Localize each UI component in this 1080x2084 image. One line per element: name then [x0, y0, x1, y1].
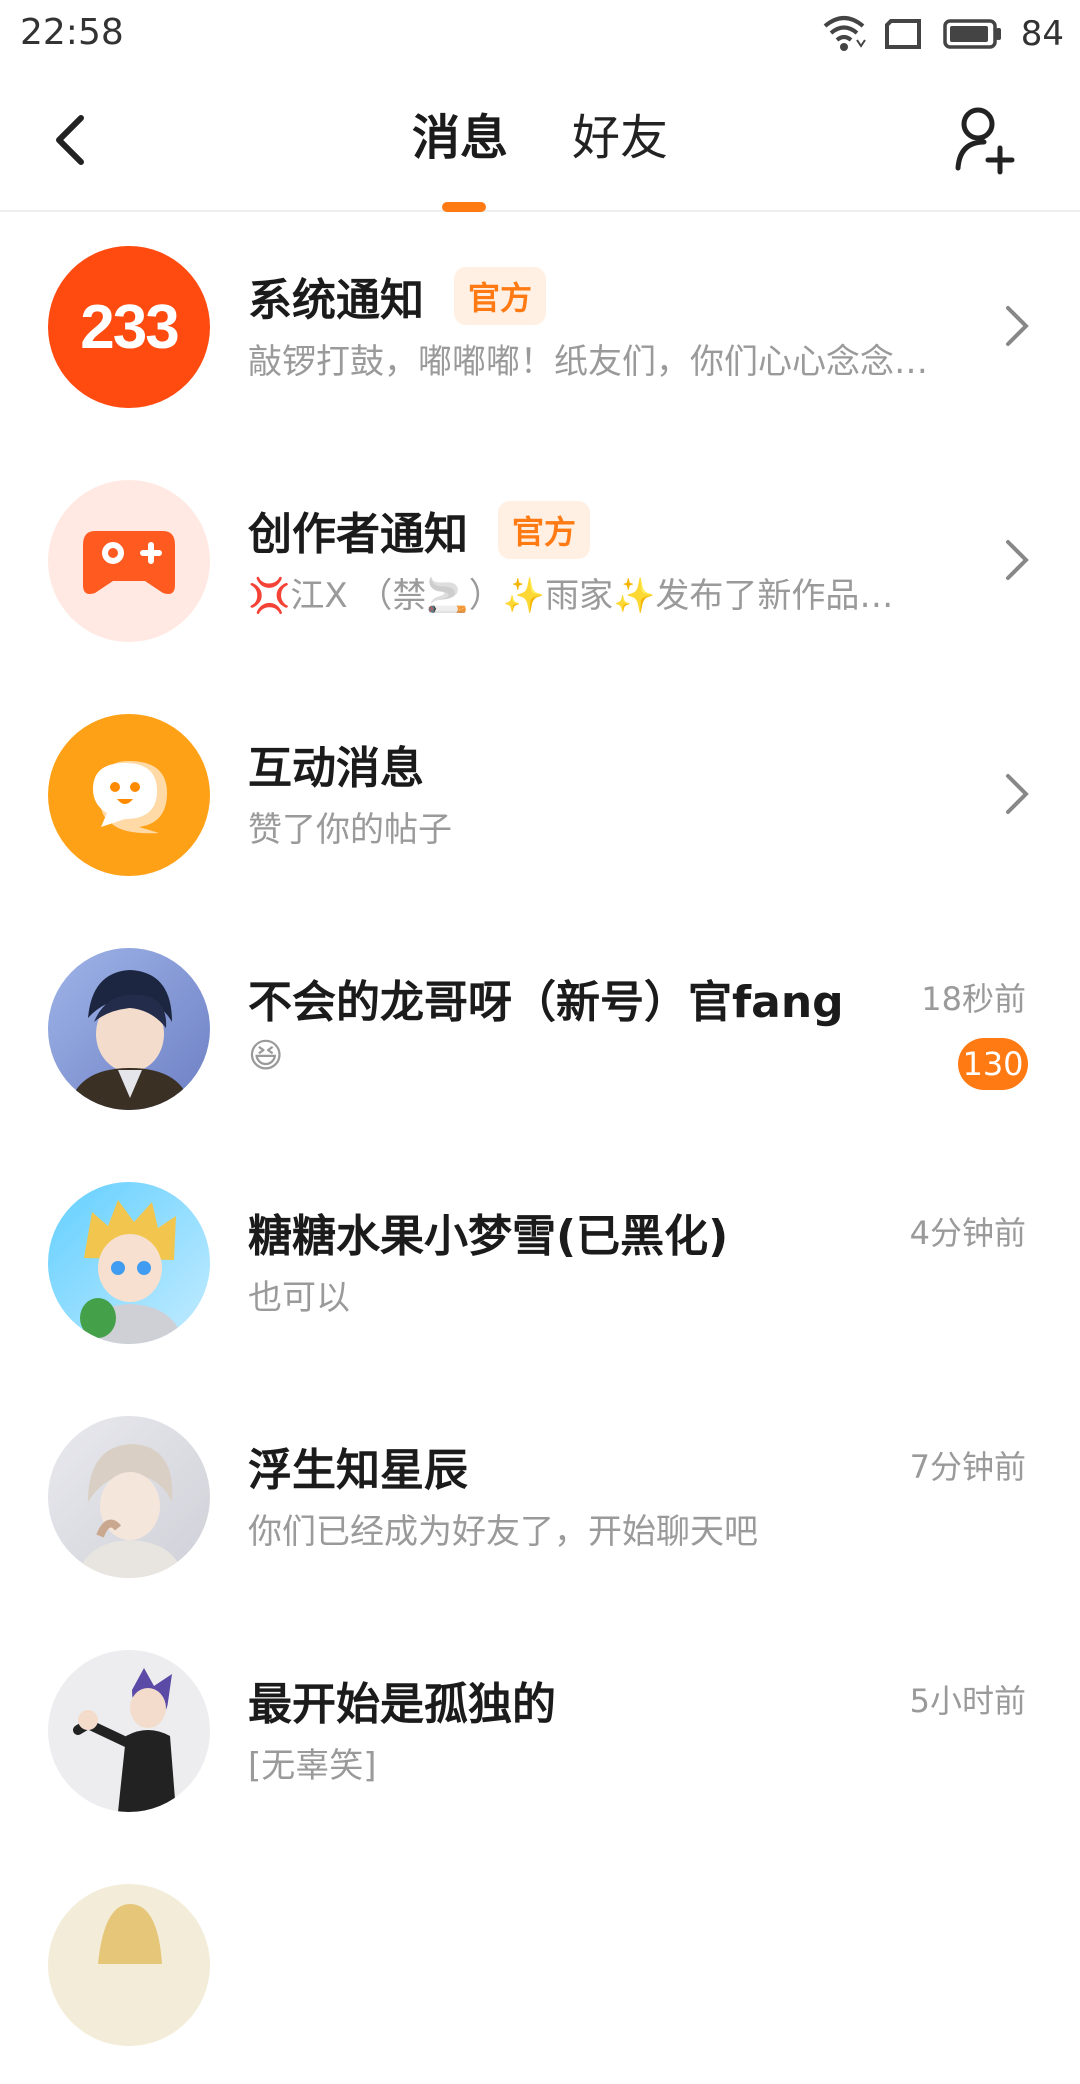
conversation-title: 最开始是孤独的 — [248, 1679, 556, 1730]
gamepad-icon — [83, 531, 175, 594]
conversation-title: 创作者通知 — [248, 509, 468, 560]
message-preview: 赞了你的帖子 — [248, 810, 452, 850]
conversation-title: 糖糖水果小梦雪(已黑化) — [248, 1211, 729, 1262]
title-row: 浮生知星辰 — [248, 1434, 468, 1498]
message-time: 18秒前 — [921, 980, 1026, 1018]
conversation-title: 不会的龙哥呀（新号）官fang — [248, 977, 844, 1028]
avatar — [48, 1884, 210, 2046]
user-avatar-icon — [73, 1668, 176, 1812]
screen-rotate-icon — [884, 19, 921, 49]
list-item-chat[interactable]: 糖糖水果小梦雪(已黑化) 也可以 4分钟前 — [0, 1148, 1080, 1382]
active-tab-indicator — [442, 202, 486, 212]
official-badge: 官方 — [498, 501, 591, 559]
avatar — [48, 1182, 210, 1344]
message-list: 233 系统通知 官方 敲锣打鼓，嘟嘟嘟！纸友们，你们心心念念… 创作者通知 官… — [0, 212, 1080, 2084]
wifi-icon — [823, 16, 866, 51]
chevron-right-icon — [1006, 540, 1029, 580]
title-row: 创作者通知 官方 — [248, 498, 591, 562]
message-preview: 也可以 — [248, 1278, 350, 1318]
message-time: 4分钟前 — [909, 1214, 1026, 1252]
avatar-logo-text: 233 — [80, 292, 179, 362]
add-user-icon — [955, 107, 1015, 175]
chevron-right-icon — [1006, 306, 1029, 346]
battery-level: 84 — [1020, 14, 1064, 54]
message-preview: [无辜笑] — [248, 1746, 377, 1786]
top-navigation: 消息 好友 — [0, 70, 1080, 212]
title-row: 最开始是孤独的 — [248, 1668, 556, 1732]
title-row: 不会的龙哥呀（新号）官fang — [248, 966, 844, 1030]
message-time: 7分钟前 — [909, 1448, 1026, 1486]
status-icons: 84 — [821, 14, 1064, 54]
message-preview: 😆 — [248, 1036, 284, 1076]
user-avatar-icon — [78, 1200, 184, 1344]
chat-bubble-icon — [93, 761, 167, 834]
tab-friends[interactable]: 好友 — [568, 98, 672, 168]
title-row: 系统通知 官方 — [248, 264, 547, 328]
status-bar: 22:58 84 — [0, 0, 1080, 70]
user-avatar-icon — [68, 970, 192, 1110]
tab-bar: 消息 好友 — [0, 98, 1080, 168]
avatar — [48, 1416, 210, 1578]
chevron-right-icon — [1006, 774, 1029, 814]
avatar — [48, 480, 210, 642]
list-item-chat[interactable]: 浮生知星辰 你们已经成为好友了，开始聊天吧 7分钟前 — [0, 1382, 1080, 1616]
list-item-creator-notice[interactable]: 创作者通知 官方 💢江X （禁🚬）✨雨家✨发布了新作品… — [0, 446, 1080, 680]
official-badge: 官方 — [454, 267, 547, 325]
avatar: 233 — [48, 246, 210, 408]
list-item-interaction[interactable]: 互动消息 赞了你的帖子 — [0, 680, 1080, 914]
user-avatar-icon — [98, 1904, 162, 1964]
battery-icon — [942, 19, 1001, 49]
unread-count-badge: 130 — [958, 1038, 1028, 1090]
message-preview: 敲锣打鼓，嘟嘟嘟！纸友们，你们心心念念… — [248, 342, 928, 382]
list-item-system-notice[interactable]: 233 系统通知 官方 敲锣打鼓，嘟嘟嘟！纸友们，你们心心念念… — [0, 212, 1080, 446]
user-avatar-icon — [78, 1444, 184, 1578]
list-item-chat-partial[interactable] — [0, 1850, 1080, 2084]
conversation-title: 浮生知星辰 — [248, 1445, 468, 1496]
message-preview: 你们已经成为好友了，开始聊天吧 — [248, 1512, 758, 1552]
list-item-chat[interactable]: 不会的龙哥呀（新号）官fang 😆 18秒前 130 — [0, 914, 1080, 1148]
avatar — [48, 948, 210, 1110]
avatar — [48, 714, 210, 876]
title-row: 糖糖水果小梦雪(已黑化) — [248, 1200, 728, 1264]
status-time: 22:58 — [20, 12, 124, 53]
list-item-chat[interactable]: 最开始是孤独的 [无辜笑] 5小时前 — [0, 1616, 1080, 1850]
message-preview: 💢江X （禁🚬）✨雨家✨发布了新作品… — [248, 576, 894, 616]
add-friend-button[interactable] — [954, 104, 1020, 176]
title-row: 互动消息 — [248, 732, 424, 796]
avatar — [48, 1650, 210, 1812]
message-time: 5小时前 — [909, 1682, 1026, 1720]
tab-messages[interactable]: 消息 — [408, 98, 512, 168]
conversation-title: 系统通知 — [248, 275, 424, 326]
conversation-title: 互动消息 — [248, 743, 424, 794]
